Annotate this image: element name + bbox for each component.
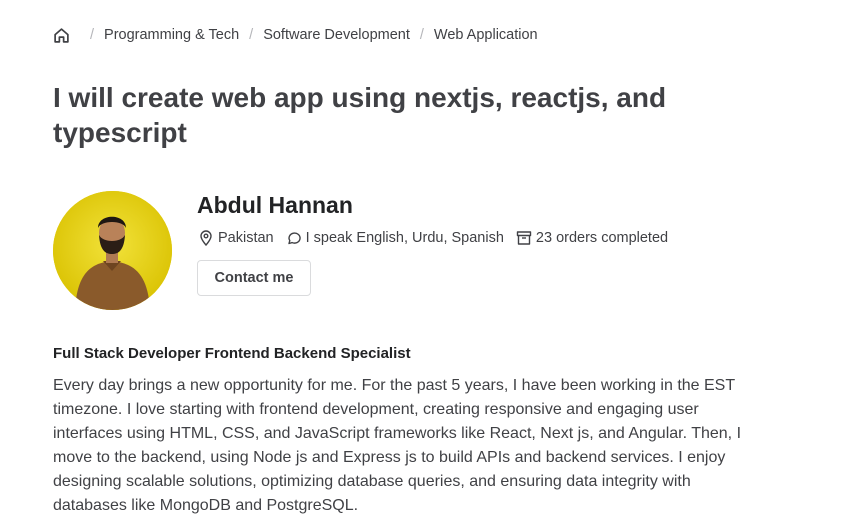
seller-location-text: Pakistan [218,230,274,246]
seller-name[interactable]: Abdul Hannan [197,192,353,219]
seller-orders: 23 orders completed [516,230,668,246]
breadcrumb-web-application[interactable]: Web Application [434,27,538,43]
speech-bubble-icon [286,230,302,246]
breadcrumb-separator: / [90,27,95,43]
gig-title: I will create web app using nextjs, reac… [53,82,667,148]
contact-me-button[interactable]: Contact me [197,260,311,296]
breadcrumb-separator: / [419,27,424,43]
seller-description: Every day brings a new opportunity for m… [53,377,742,514]
seller-meta: Pakistan I speak English, Urdu, Spanish … [198,230,680,246]
seller-orders-text: 23 orders completed [535,230,669,246]
seller-languages-text: I speak English, Urdu, Spanish [305,230,504,246]
home-icon[interactable] [53,27,70,44]
breadcrumb-separator: / [249,27,254,43]
seller-headline: Full Stack Developer Frontend Backend Sp… [53,345,411,362]
orders-box-icon [516,230,532,246]
breadcrumb-software-development[interactable]: Software Development [263,27,410,43]
location-pin-icon [198,230,214,246]
seller-location: Pakistan [198,230,274,246]
breadcrumb-programming-tech[interactable]: Programming & Tech [104,27,239,43]
breadcrumb: / Programming & Tech / Software Developm… [53,25,538,45]
seller-languages: I speak English, Urdu, Spanish [286,230,504,246]
seller-avatar[interactable] [53,191,172,310]
